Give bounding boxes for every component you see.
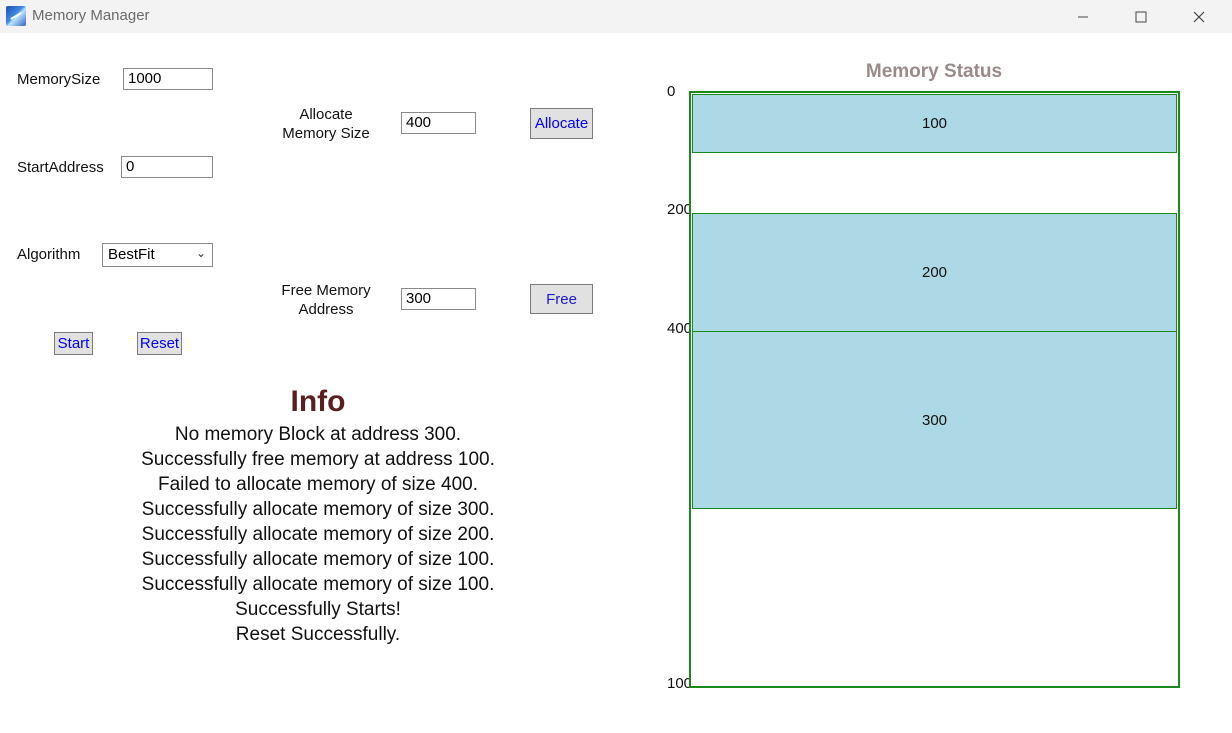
free-address-label: Free Memory Address <box>266 281 386 319</box>
address-tick: 0 <box>667 83 676 100</box>
algorithm-label: Algorithm <box>17 246 81 263</box>
info-title: Info <box>290 385 346 418</box>
start-address-label: StartAddress <box>17 159 104 176</box>
allocate-button[interactable]: Allocate <box>530 108 593 139</box>
start-button[interactable]: Start <box>54 332 93 355</box>
close-icon <box>1193 11 1205 22</box>
start-address-input[interactable]: 0 <box>121 156 213 178</box>
chevron-down-icon: ⌄ <box>195 246 206 260</box>
window-title: Memory Manager <box>32 7 150 24</box>
allocate-label-line1: Allocate <box>299 106 353 123</box>
info-line: Reset Successfully. <box>235 624 401 645</box>
free-label-line1: Free Memory <box>281 282 371 299</box>
info-line: Successfully allocate memory of size 200… <box>141 524 495 545</box>
info-line: Successfully allocate memory of size 300… <box>141 499 495 520</box>
free-label-line2: Address <box>298 301 354 318</box>
close-button[interactable] <box>1170 0 1228 33</box>
info-line: Successfully Starts! <box>235 599 401 620</box>
memory-size-input[interactable]: 1000 <box>123 68 213 90</box>
allocate-label-line2: Memory Size <box>282 125 370 142</box>
memory-block: 100 <box>692 94 1177 153</box>
maximize-icon <box>1135 11 1147 22</box>
info-line: Successfully allocate memory of size 100… <box>141 549 495 570</box>
memory-block: 200 <box>692 213 1177 332</box>
allocate-size-input[interactable]: 400 <box>401 112 476 134</box>
algorithm-select[interactable]: BestFit ⌄ <box>102 243 213 267</box>
info-line: Failed to allocate memory of size 400. <box>158 474 478 495</box>
free-address-input[interactable]: 300 <box>401 288 476 310</box>
info-log: No memory Block at address 300. Successf… <box>68 422 568 647</box>
minimize-button[interactable] <box>1054 0 1112 33</box>
info-line: Successfully allocate memory of size 100… <box>141 574 495 595</box>
memory-map-panel: 100 200 300 <box>689 91 1180 688</box>
info-line: Successfully free memory at address 100. <box>141 449 495 470</box>
memory-size-label: MemorySize <box>17 71 101 88</box>
title-bar: Memory Manager <box>0 0 1232 33</box>
info-line: No memory Block at address 300. <box>174 424 462 445</box>
memory-status-title: Memory Status <box>865 61 1003 82</box>
allocate-size-label: Allocate Memory Size <box>268 105 384 143</box>
app-icon <box>6 6 26 26</box>
maximize-button[interactable] <box>1112 0 1170 33</box>
free-button[interactable]: Free <box>530 284 593 314</box>
reset-button[interactable]: Reset <box>137 332 182 355</box>
algorithm-selected-value: BestFit <box>108 246 155 263</box>
minimize-icon <box>1078 16 1088 17</box>
memory-block: 300 <box>692 331 1177 509</box>
